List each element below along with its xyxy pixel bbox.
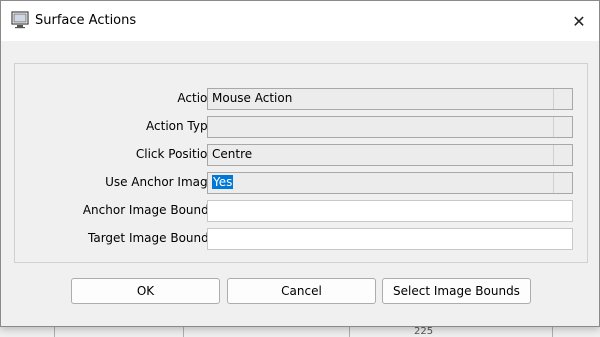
surface-actions-dialog: Surface Actions ✕ Action Mouse Action Ac… — [0, 0, 600, 327]
use-anchor-image-value: Yes — [212, 175, 234, 189]
ok-button[interactable]: OK — [71, 278, 220, 304]
app-window-icon — [11, 11, 29, 29]
dropdown-arrow-icon[interactable] — [553, 173, 572, 193]
select-image-bounds-button[interactable]: Select Image Bounds — [382, 278, 531, 304]
action-type-dropdown[interactable] — [207, 116, 573, 138]
fields-panel: Action Mouse Action Action Type Click Po… — [14, 63, 588, 263]
anchor-image-bounds-label: Anchor Image Bounds — [82, 203, 215, 217]
dropdown-arrow-icon[interactable] — [553, 117, 572, 137]
anchor-image-bounds-input[interactable] — [207, 200, 573, 222]
bg-cell-fragment: 225 — [414, 326, 434, 337]
form-row-anchor-image-bounds: Anchor Image Bounds — [15, 200, 587, 222]
click-position-label: Click Position — [135, 147, 215, 161]
form-row-click-position: Click Position Centre — [15, 144, 587, 166]
close-button[interactable]: ✕ — [565, 7, 593, 35]
use-anchor-image-label: Use Anchor Image — [105, 175, 215, 189]
form-row-target-image-bounds: Target Image Bounds — [15, 228, 587, 250]
close-icon: ✕ — [572, 11, 586, 31]
form-row-action: Action Mouse Action — [15, 88, 587, 110]
click-position-value: Centre — [212, 147, 253, 161]
action-type-label: Action Type — [146, 119, 215, 133]
form-row-action-type: Action Type — [15, 116, 587, 138]
action-value: Mouse Action — [212, 91, 293, 105]
dropdown-arrow-icon[interactable] — [553, 89, 572, 109]
screen: 225 Surface Actions ✕ Action Mouse Actio… — [0, 0, 600, 337]
target-image-bounds-input[interactable] — [207, 228, 573, 250]
form-row-use-anchor-image: Use Anchor Image Yes — [15, 172, 587, 194]
dropdown-arrow-icon[interactable] — [553, 145, 572, 165]
target-image-bounds-label: Target Image Bounds — [88, 231, 215, 245]
click-position-dropdown[interactable]: Centre — [207, 144, 573, 166]
cancel-button[interactable]: Cancel — [227, 278, 376, 304]
use-anchor-image-dropdown[interactable]: Yes — [207, 172, 573, 194]
window-title: Surface Actions — [35, 13, 137, 28]
action-dropdown[interactable]: Mouse Action — [207, 88, 573, 110]
title-bar[interactable]: Surface Actions ✕ — [1, 1, 599, 41]
